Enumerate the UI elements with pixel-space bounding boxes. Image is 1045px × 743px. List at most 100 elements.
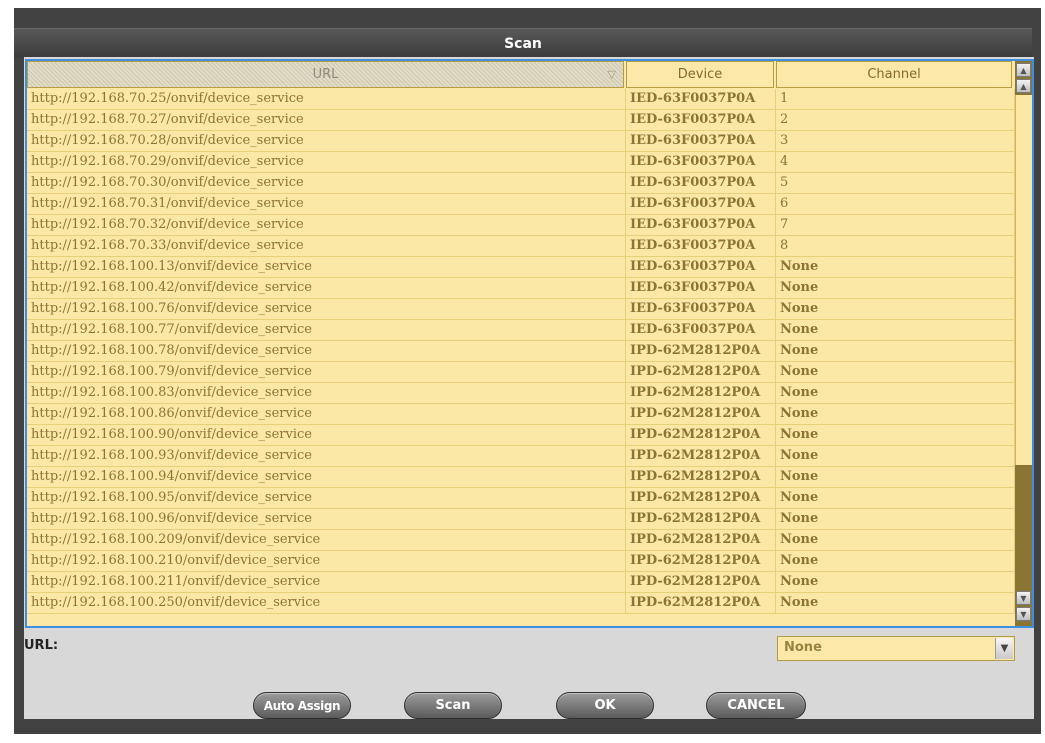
row-url: http://192.168.100.78/onvif/device_servi…: [27, 341, 626, 361]
row-channel[interactable]: None: [776, 572, 1015, 592]
row-device: IED-63F0037P0A: [626, 236, 776, 256]
table-row[interactable]: http://192.168.100.210/onvif/device_serv…: [27, 551, 1015, 572]
row-channel[interactable]: None: [776, 509, 1015, 529]
row-channel[interactable]: 6: [776, 194, 1015, 214]
row-url: http://192.168.100.95/onvif/device_servi…: [27, 488, 626, 508]
table-row[interactable]: http://192.168.70.25/onvif/device_servic…: [27, 89, 1015, 110]
table-row[interactable]: http://192.168.100.76/onvif/device_servi…: [27, 299, 1015, 320]
table-row[interactable]: http://192.168.100.211/onvif/device_serv…: [27, 572, 1015, 593]
cancel-button[interactable]: CANCEL: [706, 692, 806, 719]
row-url: http://192.168.100.13/onvif/device_servi…: [27, 257, 626, 277]
column-header-url[interactable]: URL ▽: [27, 61, 624, 88]
table-row[interactable]: http://192.168.100.42/onvif/device_servi…: [27, 278, 1015, 299]
row-url: http://192.168.100.96/onvif/device_servi…: [27, 509, 626, 529]
table-row[interactable]: http://192.168.100.78/onvif/device_servi…: [27, 341, 1015, 362]
ok-button[interactable]: OK: [556, 692, 654, 719]
table-row[interactable]: http://192.168.100.250/onvif/device_serv…: [27, 593, 1015, 614]
table-row[interactable]: http://192.168.100.93/onvif/device_servi…: [27, 446, 1015, 467]
scroll-top-icon[interactable]: ▲: [1016, 63, 1031, 77]
table-row[interactable]: http://192.168.70.32/onvif/device_servic…: [27, 215, 1015, 236]
row-device: IPD-62M2812P0A: [626, 509, 776, 529]
row-url: http://192.168.100.42/onvif/device_servi…: [27, 278, 626, 298]
row-url: http://192.168.70.29/onvif/device_servic…: [27, 152, 626, 172]
row-device: IED-63F0037P0A: [626, 320, 776, 340]
row-channel[interactable]: 3: [776, 131, 1015, 151]
table-row[interactable]: http://192.168.100.13/onvif/device_servi…: [27, 257, 1015, 278]
table-row[interactable]: http://192.168.100.83/onvif/device_servi…: [27, 383, 1015, 404]
row-url: http://192.168.100.250/onvif/device_serv…: [27, 593, 626, 613]
row-device: IED-63F0037P0A: [626, 89, 776, 109]
table-row[interactable]: http://192.168.100.209/onvif/device_serv…: [27, 530, 1015, 551]
column-header-device[interactable]: Device: [626, 61, 774, 88]
scroll-down-icon[interactable]: ▼: [1016, 591, 1031, 605]
row-device: IPD-62M2812P0A: [626, 551, 776, 571]
row-channel[interactable]: None: [776, 467, 1015, 487]
column-header-url-label: URL: [312, 67, 339, 82]
row-url: http://192.168.70.31/onvif/device_servic…: [27, 194, 626, 214]
table-row[interactable]: http://192.168.70.28/onvif/device_servic…: [27, 131, 1015, 152]
table-row[interactable]: http://192.168.70.29/onvif/device_servic…: [27, 152, 1015, 173]
column-header-channel[interactable]: Channel: [776, 61, 1012, 88]
table-row[interactable]: http://192.168.70.33/onvif/device_servic…: [27, 236, 1015, 257]
row-channel[interactable]: None: [776, 341, 1015, 361]
url-label: URL:: [24, 638, 59, 653]
auto-assign-button[interactable]: Auto Assign: [253, 692, 351, 719]
row-device: IED-63F0037P0A: [626, 152, 776, 172]
dialog-title: Scan: [14, 28, 1032, 58]
row-channel[interactable]: None: [776, 488, 1015, 508]
chevron-down-icon[interactable]: ▼: [995, 638, 1013, 659]
row-channel[interactable]: None: [776, 446, 1015, 466]
row-channel[interactable]: 7: [776, 215, 1015, 235]
row-channel[interactable]: 4: [776, 152, 1015, 172]
row-channel[interactable]: None: [776, 383, 1015, 403]
scan-button[interactable]: Scan: [404, 692, 502, 719]
row-channel[interactable]: 1: [776, 89, 1015, 109]
row-url: http://192.168.100.76/onvif/device_servi…: [27, 299, 626, 319]
row-channel[interactable]: None: [776, 404, 1015, 424]
table-row[interactable]: http://192.168.100.86/onvif/device_servi…: [27, 404, 1015, 425]
row-url: http://192.168.100.209/onvif/device_serv…: [27, 530, 626, 550]
row-device: IPD-62M2812P0A: [626, 572, 776, 592]
vertical-scrollbar[interactable]: ▲ ▲ ▼ ▼: [1015, 61, 1032, 626]
row-channel[interactable]: None: [776, 593, 1015, 613]
row-device: IPD-62M2812P0A: [626, 362, 776, 382]
table-header: URL ▽ Device Channel: [27, 61, 1015, 89]
row-channel[interactable]: None: [776, 551, 1015, 571]
table-row[interactable]: http://192.168.70.27/onvif/device_servic…: [27, 110, 1015, 131]
row-device: IED-63F0037P0A: [626, 131, 776, 151]
row-channel[interactable]: None: [776, 278, 1015, 298]
scrollbar-thumb[interactable]: [1015, 95, 1032, 465]
row-url: http://192.168.70.30/onvif/device_servic…: [27, 173, 626, 193]
channel-select[interactable]: None ▼: [777, 636, 1015, 661]
row-channel[interactable]: None: [776, 425, 1015, 445]
table-row[interactable]: http://192.168.100.90/onvif/device_servi…: [27, 425, 1015, 446]
table-grid: URL ▽ Device Channel http://192.168.70.2…: [27, 61, 1015, 626]
table-row[interactable]: http://192.168.100.96/onvif/device_servi…: [27, 509, 1015, 530]
table-row[interactable]: http://192.168.100.94/onvif/device_servi…: [27, 467, 1015, 488]
table-row[interactable]: http://192.168.70.30/onvif/device_servic…: [27, 173, 1015, 194]
table-row[interactable]: http://192.168.100.95/onvif/device_servi…: [27, 488, 1015, 509]
row-device: IPD-62M2812P0A: [626, 404, 776, 424]
row-device: IED-63F0037P0A: [626, 299, 776, 319]
row-channel[interactable]: None: [776, 362, 1015, 382]
row-channel[interactable]: None: [776, 320, 1015, 340]
row-url: http://192.168.100.210/onvif/device_serv…: [27, 551, 626, 571]
row-url: http://192.168.100.94/onvif/device_servi…: [27, 467, 626, 487]
scroll-bottom-icon[interactable]: ▼: [1016, 607, 1031, 621]
row-channel[interactable]: 8: [776, 236, 1015, 256]
scroll-up-icon[interactable]: ▲: [1016, 79, 1031, 93]
table-row[interactable]: http://192.168.100.79/onvif/device_servi…: [27, 362, 1015, 383]
row-device: IED-63F0037P0A: [626, 257, 776, 277]
table-body: http://192.168.70.25/onvif/device_servic…: [27, 89, 1015, 614]
row-channel[interactable]: None: [776, 257, 1015, 277]
row-channel[interactable]: None: [776, 530, 1015, 550]
row-channel[interactable]: None: [776, 299, 1015, 319]
row-channel[interactable]: 5: [776, 173, 1015, 193]
row-channel[interactable]: 2: [776, 110, 1015, 130]
table-row[interactable]: http://192.168.70.31/onvif/device_servic…: [27, 194, 1015, 215]
row-url: http://192.168.70.33/onvif/device_servic…: [27, 236, 626, 256]
row-url: http://192.168.70.32/onvif/device_servic…: [27, 215, 626, 235]
row-device: IPD-62M2812P0A: [626, 467, 776, 487]
table-row[interactable]: http://192.168.100.77/onvif/device_servi…: [27, 320, 1015, 341]
sort-desc-icon: ▽: [607, 68, 616, 81]
